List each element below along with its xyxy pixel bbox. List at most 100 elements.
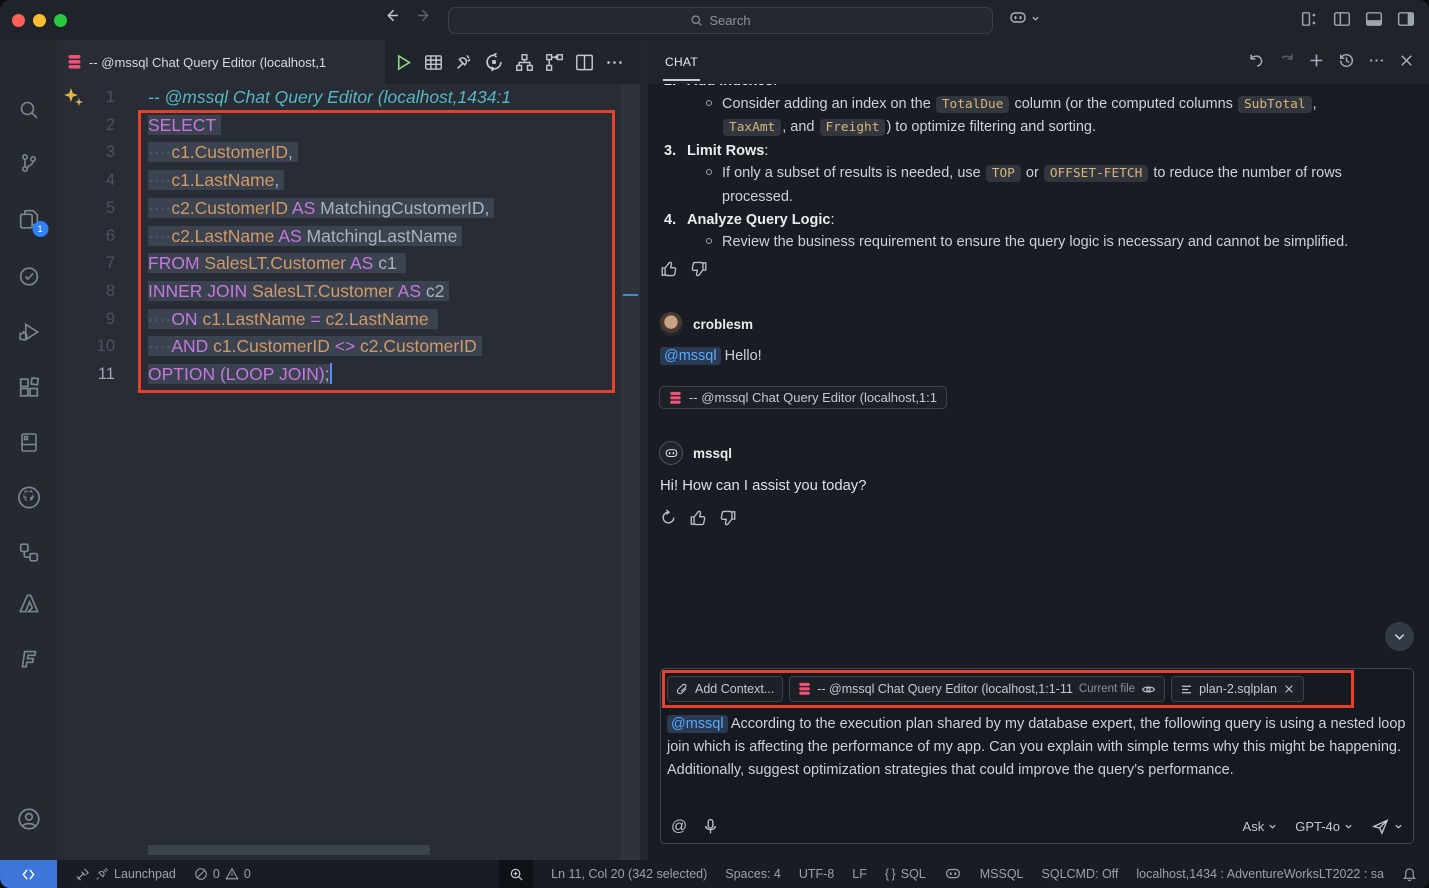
database-icon <box>669 391 682 405</box>
accounts-icon[interactable] <box>16 806 42 832</box>
chevron-down-icon <box>1394 822 1403 831</box>
thumbs-up-icon[interactable] <box>689 509 707 527</box>
redo-icon[interactable] <box>1278 52 1295 69</box>
database-file-icon <box>67 54 82 70</box>
launchpad-item[interactable]: Launchpad <box>75 867 176 882</box>
extensions-icon[interactable] <box>16 375 41 400</box>
scroll-to-bottom-button[interactable] <box>1385 622 1414 651</box>
toggle-panel-icon[interactable] <box>1365 10 1383 28</box>
chevron-down-icon <box>1344 822 1353 831</box>
chat-tab[interactable]: CHAT <box>663 43 700 81</box>
notebooks-icon[interactable] <box>17 430 41 454</box>
editor-pane[interactable]: 1-- @mssql Chat Query Editor (localhost,… <box>57 84 640 860</box>
chat-close-icon[interactable] <box>1398 52 1415 69</box>
cursor-position-item[interactable]: Ln 11, Col 20 (342 selected) <box>551 867 707 881</box>
message-actions <box>660 260 708 278</box>
toggle-secondary-sidebar-icon[interactable] <box>1397 10 1415 28</box>
assistant-markdown-list: 2.Add Indexes:Consider adding an index o… <box>664 84 1412 254</box>
mssql-item[interactable]: MSSQL <box>980 867 1024 881</box>
editor-tab-title: -- @mssql Chat Query Editor (localhost,1 <box>89 55 326 70</box>
new-chat-icon[interactable] <box>1308 52 1325 69</box>
chat-input-text[interactable]: @mssql According to the execution plan s… <box>667 713 1412 782</box>
warnings-count: 0 <box>244 867 251 881</box>
nav-back-icon[interactable] <box>383 7 400 24</box>
github-icon[interactable] <box>15 484 42 511</box>
results-grid-icon[interactable] <box>424 53 443 72</box>
mention-icon[interactable]: @ <box>671 818 687 836</box>
annotation-box-code <box>138 110 615 393</box>
code-line: 1-- @mssql Chat Query Editor (localhost,… <box>57 84 640 112</box>
vscode-window: Search 1 -- @mssql Chat Query E <box>0 0 1429 888</box>
sqlcmd-item[interactable]: SQLCMD: Off <box>1042 867 1119 881</box>
more-actions-icon[interactable] <box>605 53 624 72</box>
attachment-label: -- @mssql Chat Query Editor (localhost,1… <box>689 390 937 405</box>
close-window-button[interactable] <box>12 14 25 27</box>
editor-tab[interactable]: -- @mssql Chat Query Editor (localhost,1 <box>57 40 385 84</box>
editor-horizontal-scrollbar[interactable] <box>148 845 430 855</box>
toggle-primary-sidebar-icon[interactable] <box>1333 10 1351 28</box>
user-attachment-chip[interactable]: -- @mssql Chat Query Editor (localhost,1… <box>659 386 947 409</box>
user-message-body: @mssql Hello! <box>660 348 762 364</box>
azure-icon[interactable] <box>16 591 42 617</box>
undo-icon[interactable] <box>1248 52 1265 69</box>
chat-more-icon[interactable] <box>1368 52 1385 69</box>
send-button[interactable] <box>1371 817 1403 836</box>
editor-vertical-scrollbar[interactable] <box>621 84 640 860</box>
explorer-icon[interactable]: 1 <box>16 207 41 232</box>
connections-icon[interactable] <box>16 540 41 565</box>
overview-ruler-cursor-marker <box>623 294 638 296</box>
titlebar: Search <box>0 0 1429 40</box>
assistant-reply: Hi! How can I assist you today? <box>660 478 866 494</box>
customize-layout-icon[interactable] <box>1301 10 1319 28</box>
username: croblesm <box>693 317 753 332</box>
actual-plan-icon[interactable] <box>545 53 564 72</box>
retry-icon[interactable] <box>660 509 677 527</box>
maximize-window-button[interactable] <box>54 14 67 27</box>
copilot-status-icon[interactable] <box>944 866 962 882</box>
zoom-indicator[interactable] <box>499 860 533 888</box>
run-query-icon[interactable] <box>394 53 413 72</box>
microphone-icon[interactable] <box>703 818 718 835</box>
launchpad-label: Launchpad <box>114 867 176 881</box>
estimated-plan-icon[interactable] <box>515 53 534 72</box>
search-sidebar-icon[interactable] <box>17 98 41 122</box>
user-message-header: croblesm <box>659 312 753 336</box>
remote-indicator[interactable] <box>0 860 57 888</box>
chat-history-icon[interactable] <box>1338 52 1355 69</box>
indentation-item[interactable]: Spaces: 4 <box>725 867 781 881</box>
eol-item[interactable]: LF <box>852 867 867 881</box>
language-item[interactable]: { }SQL <box>885 867 926 881</box>
change-connection-icon[interactable] <box>484 52 504 72</box>
connection-item[interactable]: localhost,1434 : AdventureWorksLT2022 : … <box>1136 867 1384 881</box>
chat-panel: CHAT 2.Add Indexes:Consider adding an in… <box>648 40 1429 860</box>
nav-forward-icon[interactable] <box>416 7 433 24</box>
chat-input-container[interactable]: Add Context... -- @mssql Chat Query Edit… <box>660 668 1414 844</box>
annotation-box-chips <box>662 670 1354 708</box>
chat-panel-header: CHAT <box>648 40 1429 84</box>
connect-icon[interactable] <box>454 53 473 72</box>
notifications-bell-icon[interactable] <box>1402 867 1417 882</box>
fabric-icon[interactable] <box>16 645 42 671</box>
copilot-icon <box>1008 9 1028 27</box>
chevron-down-icon <box>1031 14 1040 23</box>
mode-dropdown[interactable]: Ask <box>1243 819 1278 834</box>
problems-item[interactable]: 0 0 <box>194 867 251 881</box>
thumbs-down-icon[interactable] <box>719 509 737 527</box>
minimize-window-button[interactable] <box>33 14 46 27</box>
model-dropdown[interactable]: GPT-4o <box>1295 819 1353 834</box>
source-control-icon[interactable] <box>17 151 41 175</box>
errors-icon <box>194 867 208 881</box>
run-debug-icon[interactable] <box>16 319 42 345</box>
thumbs-down-icon[interactable] <box>690 260 708 278</box>
testing-icon[interactable] <box>16 264 41 289</box>
copilot-menu[interactable] <box>1008 9 1040 27</box>
plug-icon <box>95 867 109 881</box>
command-center-search[interactable]: Search <box>448 7 993 34</box>
tools-icon <box>75 867 90 882</box>
thumbs-up-icon[interactable] <box>660 260 678 278</box>
status-bar: Launchpad 0 0 Ln 11, Col 20 (342 selecte… <box>0 860 1429 888</box>
explorer-badge: 1 <box>32 221 48 237</box>
search-placeholder: Search <box>709 13 750 28</box>
encoding-item[interactable]: UTF-8 <box>799 867 834 881</box>
split-editor-icon[interactable] <box>575 53 594 72</box>
